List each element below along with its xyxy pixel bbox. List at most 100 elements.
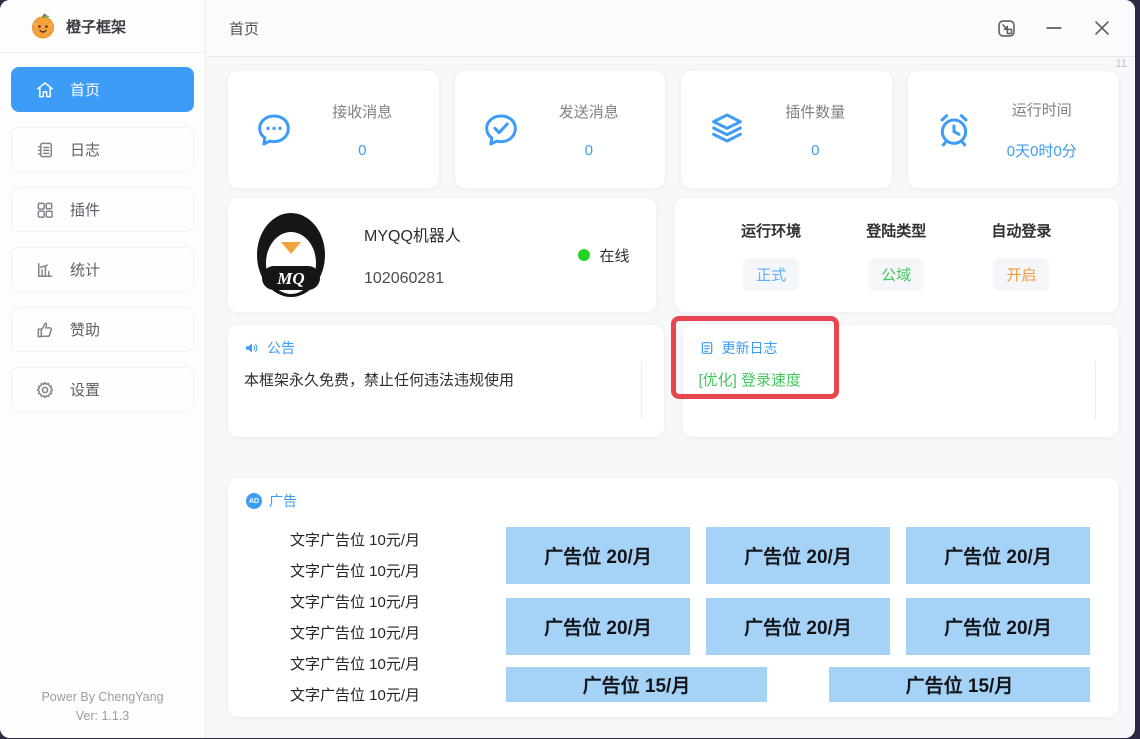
sponsor-icon bbox=[35, 320, 55, 340]
ad-row: 广告位 15/月 广告位 15/月 bbox=[506, 667, 1090, 702]
app-logo-row: 橙子框架 bbox=[0, 0, 205, 53]
sidebar-item-label: 首页 bbox=[70, 79, 100, 100]
minimize-to-tray-button[interactable] bbox=[995, 17, 1017, 39]
text-ad-slot[interactable]: 文字广告位 10元/月 bbox=[246, 680, 464, 711]
alarm-clock-icon bbox=[934, 110, 974, 150]
stat-label: 发送消息 bbox=[521, 101, 658, 122]
stat-value: 0 bbox=[294, 142, 431, 159]
ads-content: 文字广告位 10元/月 文字广告位 10元/月 文字广告位 10元/月 文字广告… bbox=[246, 516, 1100, 711]
ads-header: AD 广告 bbox=[246, 491, 1100, 511]
app-window: 橙子框架 首页 日志 插件 bbox=[0, 0, 1135, 738]
env-col-login-type: 登陆类型 公域 bbox=[866, 220, 926, 291]
home-icon bbox=[35, 80, 55, 100]
titlebar: 首页 bbox=[206, 0, 1135, 57]
message-send-icon bbox=[481, 110, 521, 150]
ad-banner-slot[interactable]: 广告位 20/月 bbox=[706, 527, 890, 584]
text-ad-slot[interactable]: 文字广告位 10元/月 bbox=[246, 525, 464, 556]
ads-card: AD 广告 文字广告位 10元/月 文字广告位 10元/月 文字广告位 10元/… bbox=[228, 478, 1118, 717]
notes-row: 公告 本框架永久免费，禁止任何违法违规使用 更新日志 [优化] 登录速度 bbox=[228, 325, 1118, 437]
sidebar-item-label: 插件 bbox=[70, 199, 100, 220]
corner-badge: 11 bbox=[1116, 58, 1127, 70]
ad-banner-slot[interactable]: 广告位 20/月 bbox=[506, 527, 690, 584]
ad-icon: AD bbox=[246, 493, 262, 509]
stat-value: 0天0时0分 bbox=[974, 140, 1111, 161]
changelog-title: 更新日志 bbox=[722, 338, 778, 358]
sidebar-item-stats[interactable]: 统计 bbox=[11, 247, 194, 292]
minimize-icon bbox=[1043, 17, 1065, 39]
window-controls bbox=[995, 17, 1113, 39]
sidebar-menu: 首页 日志 插件 统计 bbox=[0, 53, 205, 412]
ad-banner-slot[interactable]: 广告位 20/月 bbox=[506, 598, 690, 655]
sidebar-item-label: 日志 bbox=[70, 139, 100, 160]
stat-card-sent: 发送消息 0 bbox=[455, 71, 666, 188]
stat-card-runtime: 运行时间 0天0时0分 bbox=[908, 71, 1119, 188]
ad-banner-slot[interactable]: 广告位 20/月 bbox=[706, 598, 890, 655]
powered-by: Power By ChengYang bbox=[0, 688, 205, 707]
close-icon bbox=[1091, 17, 1113, 39]
text-ad-slot[interactable]: 文字广告位 10元/月 bbox=[246, 587, 464, 618]
stat-text: 插件数量 0 bbox=[747, 101, 884, 159]
sidebar-item-sponsor[interactable]: 赞助 bbox=[11, 307, 194, 352]
online-status-label: 在线 bbox=[599, 245, 629, 266]
plugin-icon bbox=[35, 200, 55, 220]
robot-name: MYQQ机器人 bbox=[364, 222, 461, 246]
changelog-card: 更新日志 [优化] 登录速度 bbox=[683, 325, 1119, 437]
online-status-dot bbox=[578, 249, 590, 261]
stat-value: 0 bbox=[747, 142, 884, 159]
stat-value: 0 bbox=[521, 142, 658, 159]
stat-label: 插件数量 bbox=[747, 101, 884, 122]
sidebar-item-label: 统计 bbox=[70, 259, 100, 280]
changelog-content: [优化] 登录速度 bbox=[699, 369, 1103, 390]
sidebar-item-settings[interactable]: 设置 bbox=[11, 367, 194, 412]
announcement-content: 本框架永久免费，禁止任何违法违规使用 bbox=[244, 369, 648, 390]
sidebar-item-label: 设置 bbox=[70, 379, 100, 400]
app-version: Ver: 1.1.3 bbox=[0, 707, 205, 726]
orange-logo-icon bbox=[30, 13, 56, 39]
announcement-header: 公告 bbox=[244, 338, 648, 358]
sidebar-item-home[interactable]: 首页 bbox=[11, 67, 194, 112]
env-col-runtime: 运行环境 正式 bbox=[741, 220, 801, 291]
text-ad-slot[interactable]: 文字广告位 10元/月 bbox=[246, 649, 464, 680]
stat-text: 运行时间 0天0时0分 bbox=[974, 99, 1111, 161]
env-col-autologin: 自动登录 开启 bbox=[991, 220, 1051, 291]
env-label: 登陆类型 bbox=[866, 220, 926, 241]
changelog-scrollbar[interactable] bbox=[1095, 361, 1096, 419]
sidebar-item-plugins[interactable]: 插件 bbox=[11, 187, 194, 232]
page-title: 首页 bbox=[229, 18, 259, 39]
app-title: 橙子框架 bbox=[66, 16, 126, 37]
ad-banner-slot[interactable]: 广告位 15/月 bbox=[506, 667, 767, 702]
close-button[interactable] bbox=[1091, 17, 1113, 39]
stats-icon bbox=[35, 260, 55, 280]
announcement-title: 公告 bbox=[267, 338, 295, 358]
ad-banner-slot[interactable]: 广告位 20/月 bbox=[906, 527, 1090, 584]
minimize-button[interactable] bbox=[1043, 17, 1065, 39]
stat-text: 发送消息 0 bbox=[521, 101, 658, 159]
changelog-header: 更新日志 bbox=[699, 338, 1103, 358]
ad-banner-slot[interactable]: 广告位 20/月 bbox=[906, 598, 1090, 655]
robot-account: 102060281 bbox=[364, 270, 461, 288]
ad-row: 广告位 20/月 广告位 20/月 广告位 20/月 bbox=[506, 598, 1090, 655]
plugin-stack-icon bbox=[707, 110, 747, 150]
text-ads-column: 文字广告位 10元/月 文字广告位 10元/月 文字广告位 10元/月 文字广告… bbox=[246, 516, 464, 711]
status-row: MQ MYQQ机器人 102060281 在线 运行环境 正式 bbox=[228, 198, 1118, 312]
env-value-badge: 正式 bbox=[743, 258, 799, 291]
sidebar: 橙子框架 首页 日志 插件 bbox=[0, 0, 206, 738]
speaker-icon bbox=[244, 340, 260, 356]
ad-banner-slot[interactable]: 广告位 15/月 bbox=[829, 667, 1090, 702]
env-value-badge: 开启 bbox=[993, 258, 1049, 291]
content-area: 11 接收消息 0 发送消息 bbox=[206, 57, 1135, 738]
myqq-robot-logo: MQ bbox=[254, 211, 328, 299]
ad-blocks-grid: 广告位 20/月 广告位 20/月 广告位 20/月 广告位 20/月 广告位 … bbox=[506, 516, 1090, 711]
log-icon bbox=[35, 140, 55, 160]
main-area: 首页 11 bbox=[206, 0, 1135, 738]
announcement-scrollbar[interactable] bbox=[641, 361, 642, 419]
message-receive-icon bbox=[254, 110, 294, 150]
environment-card: 运行环境 正式 登陆类型 公域 自动登录 开启 bbox=[675, 198, 1119, 312]
ad-row: 广告位 20/月 广告位 20/月 广告位 20/月 bbox=[506, 527, 1090, 584]
sidebar-item-logs[interactable]: 日志 bbox=[11, 127, 194, 172]
text-ad-slot[interactable]: 文字广告位 10元/月 bbox=[246, 556, 464, 587]
env-label: 运行环境 bbox=[741, 220, 801, 241]
stat-text: 接收消息 0 bbox=[294, 101, 431, 159]
app-footer: Power By ChengYang Ver: 1.1.3 bbox=[0, 688, 205, 726]
text-ad-slot[interactable]: 文字广告位 10元/月 bbox=[246, 618, 464, 649]
